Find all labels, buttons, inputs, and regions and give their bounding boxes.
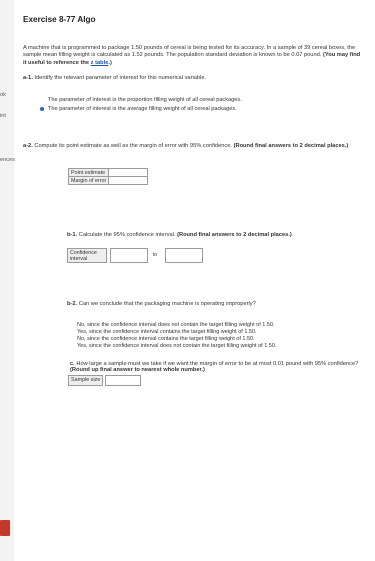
radio-button-selected[interactable]	[40, 107, 44, 111]
ci-upper-input[interactable]	[165, 248, 203, 263]
question-c: c. How large a sample must we take if we…	[70, 361, 365, 374]
a1-option-1[interactable]: The parameter of interest is the average…	[40, 106, 237, 112]
radio-button[interactable]	[70, 323, 74, 327]
a1-option-0[interactable]: The parameter of interest is the proport…	[40, 97, 242, 103]
table-row: Margin of error	[67, 176, 149, 185]
table-row: Point estimate	[67, 168, 149, 177]
question-hint: (Round up final answer to nearest whole …	[70, 367, 205, 374]
question-text: Can we conclude that the packaging machi…	[78, 301, 256, 307]
radio-button[interactable]	[40, 98, 44, 102]
radio-button[interactable]	[70, 337, 74, 341]
sample-size-input[interactable]	[105, 375, 142, 386]
ci-lower-input[interactable]	[110, 248, 148, 263]
sample-size-row: Sample size	[68, 375, 142, 386]
question-hint: (Round final answers to 2 decimal places…	[177, 232, 292, 238]
option-label: Yes, since the confidence interval conta…	[77, 329, 257, 335]
question-number: b-1.	[67, 232, 78, 238]
b2-option-2[interactable]: No, since the confidence interval contai…	[70, 336, 255, 342]
question-text: Compute its point estimate as well as th…	[34, 143, 232, 149]
question-number: a-2.	[23, 143, 33, 149]
b2-option-0[interactable]: No, since the confidence interval does n…	[70, 322, 275, 328]
question-b1: b-1. Calculate the 95% confidence interv…	[67, 232, 357, 239]
row-label: Point estimate	[67, 168, 110, 177]
row-label: Margin of error	[67, 176, 110, 185]
intro-text: A machine that is programmed to package …	[23, 45, 356, 59]
option-label: No, since the confidence interval does n…	[77, 322, 275, 328]
exercise-content: Exercise 8-77 Algo A machine that is pro…	[0, 0, 375, 561]
question-text: Calculate the 95% confidence interval.	[78, 232, 176, 238]
confidence-interval-label: Confidence interval	[67, 248, 107, 263]
hint-end: .)	[108, 59, 112, 66]
to-label: to	[152, 252, 158, 258]
b2-option-3[interactable]: Yes, since the confidence interval does …	[70, 343, 276, 349]
option-label: The parameter of interest is the proport…	[48, 97, 242, 103]
radio-button[interactable]	[70, 330, 74, 334]
point-estimate-input[interactable]	[108, 168, 149, 177]
confidence-interval-row: Confidence interval to	[67, 248, 203, 263]
option-label: The parameter of interest is the average…	[48, 106, 237, 112]
question-text: Identify the relevant parameter of inter…	[34, 75, 207, 81]
question-b2: b-2. Can we conclude that the packaging …	[67, 301, 357, 308]
question-text: How large a sample must we take if we wa…	[76, 361, 359, 367]
exercise-title: Exercise 8-77 Algo	[23, 15, 96, 24]
sample-size-label: Sample size	[68, 375, 104, 386]
question-a2: a-2. Compute its point estimate as well …	[23, 143, 358, 150]
margin-of-error-input[interactable]	[108, 176, 149, 185]
question-a1: a-1. Identify the relevant parameter of …	[23, 75, 353, 82]
option-label: Yes, since the confidence interval does …	[77, 343, 277, 349]
exercise-intro: A machine that is programmed to package …	[23, 45, 361, 67]
radio-button[interactable]	[70, 344, 74, 348]
question-number: b-2.	[67, 301, 78, 307]
question-number: a-1.	[23, 75, 33, 81]
question-hint: (Round final answers to 2 decimal places…	[233, 143, 349, 149]
b2-option-1[interactable]: Yes, since the confidence interval conta…	[70, 329, 257, 335]
option-label: No, since the confidence interval contai…	[77, 336, 255, 342]
z-table-link[interactable]: z table	[91, 60, 109, 66]
a2-answer-table: Point estimate Margin of error	[67, 168, 149, 185]
question-number: c.	[70, 361, 75, 367]
